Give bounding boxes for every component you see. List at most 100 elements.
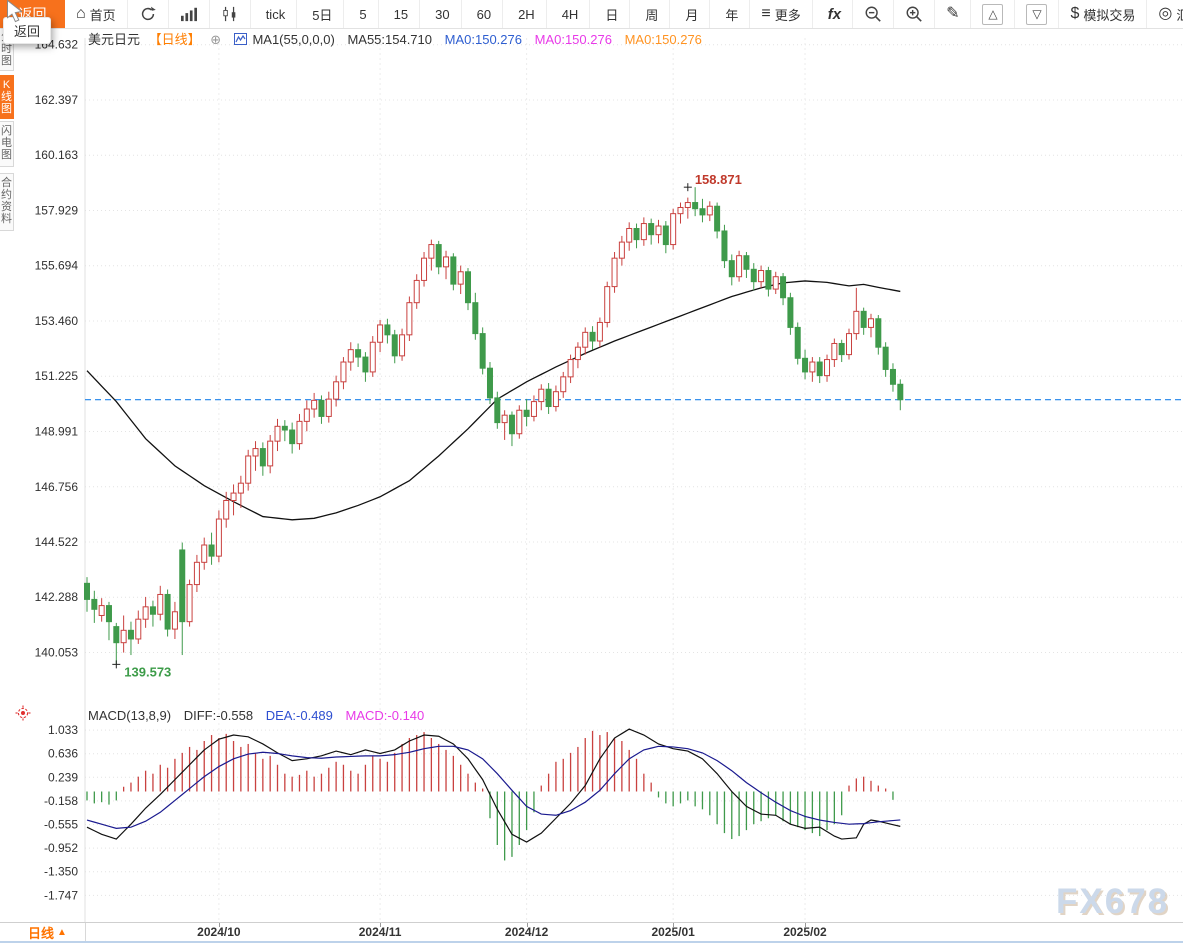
macd-header: MACD(13,8,9) DIFF:-0.558 DEA:-0.489 MACD… [88,708,433,723]
price-axis-label: 157.929 [35,203,79,217]
ma-settings-label: MA1(55,0,0,0) [252,32,334,47]
toolbar-item-zoom-out[interactable] [853,0,894,28]
toolbar-item-label: 5 [359,7,366,22]
dollar-icon: $ [1070,6,1079,22]
toolbar-item-fx[interactable]: fx [813,0,853,28]
sidebar-item-flash-chart[interactable]: 闪电图 [0,121,14,167]
toolbar-item-scroll-top[interactable]: △ [971,0,1015,28]
toolbar-item-week[interactable]: 周 [630,0,670,28]
toolbar-item-home[interactable]: ⌂首页 [65,0,128,28]
macd-axis-label: 1.033 [48,723,78,737]
price-axis-label: 142.288 [35,590,79,604]
pencil-icon: ✎ [946,6,959,22]
macd-axis-label: -1.747 [44,888,78,902]
toolbar-item-h2[interactable]: 2H [503,0,547,28]
ma-chart-icon [234,32,247,47]
toolbar-item-label: 日 [605,5,618,24]
macd-axis-label: 0.239 [48,770,78,784]
toolbar-item-label: 30 [435,7,449,22]
toolbar-item-label: 4H [562,7,579,22]
macd-diff-value: DIFF:-0.558 [184,708,253,723]
home-icon: ⌂ [76,6,86,22]
price-axis-label: 144.522 [35,535,79,549]
toolbar-item-day[interactable]: 日 [590,0,630,28]
price-axis-label: 146.756 [35,480,79,494]
period-selector-label: 日线 [28,923,54,942]
toolbar-item-scroll-bottom[interactable]: ▽ [1015,0,1059,28]
bar-chart-icon [180,6,198,22]
candlestick-icon [221,6,239,22]
toolbar-item-label: tick [266,7,286,22]
macd-dea-value: DEA:-0.489 [266,708,333,723]
expand-icon[interactable]: ⊕ [210,32,221,47]
toolbar-item-year[interactable]: 年 [710,0,750,28]
mouse-cursor-icon [6,0,28,29]
huitong-logo-icon: ◎ [1158,6,1172,22]
toolbar-item-candle-style[interactable] [210,0,251,28]
x-axis-label: 2024/10 [184,925,254,939]
macd-value: MACD:-0.140 [346,708,425,723]
app-window: 164.632162.397160.163157.929155.694153.4… [0,0,1183,943]
x-axis-label: 2025/01 [638,925,708,939]
zoom-out-icon [864,5,882,23]
price-axis-label: 162.397 [35,93,79,107]
chart-canvas[interactable]: 164.632162.397160.163157.929155.694153.4… [0,0,1183,943]
high-price-annotation: 158.871 [695,172,742,187]
macd-axis-label: -0.555 [44,817,78,831]
low-price-annotation: 139.573 [124,664,171,679]
macd-axis-label: -0.952 [44,841,78,855]
refresh-icon [139,5,157,23]
x-axis-bar: 日线 ▲ 2024/102024/112024/122025/012025/02 [0,922,1183,942]
zoom-in-icon [905,5,923,23]
toolbar-item-m5[interactable]: 5 [344,0,378,28]
sidebar-item-kline-chart[interactable]: K线图 [0,75,14,119]
price-axis-label: 151.225 [35,369,79,383]
toolbar-item-zoom-in[interactable] [894,0,935,28]
triangle-up-icon: △ [982,4,1003,25]
price-axis-label: 148.991 [35,424,79,438]
toolbar-item-sim-trade[interactable]: $模拟交易 [1059,0,1147,28]
x-axis-label: 2024/12 [492,925,562,939]
toolbar-item-huitong[interactable]: ◎汇通财经 [1147,0,1183,28]
toolbar-item-m60[interactable]: 60 [462,0,503,28]
price-axis-label: 140.053 [35,645,79,659]
macd-axis-label: -1.350 [44,865,78,879]
triangle-down-icon: ▽ [1026,4,1047,25]
toolbar-item-label: 60 [477,7,491,22]
toolbar: 返回 ⌂首页tick5日51530602H4H日周月年≡更多fx✎△▽$模拟交易… [0,0,1183,29]
toolbar-item-label: 5日 [312,5,332,24]
watermark: FX678 [1056,882,1169,922]
period-selector[interactable]: 日线 ▲ [0,923,86,942]
price-axis-label: 160.163 [35,148,79,162]
macd-axis-label: -0.158 [44,794,78,808]
symbol-title: 美元日元 [88,32,140,47]
toolbar-item-label: 2H [518,7,535,22]
toolbar-item-label: 年 [725,5,738,24]
toolbar-item-label: 周 [645,5,658,24]
toolbar-item-m15[interactable]: 15 [379,0,420,28]
ma0-value-magenta: MA0:150.276 [535,32,612,47]
indicator-settings-icon[interactable] [15,705,31,726]
toolbar-item-label: 首页 [90,5,116,24]
sidebar-item-contract-info[interactable]: 合约资料 [0,173,14,231]
ma0-value-orange: MA0:150.276 [625,32,702,47]
toolbar-item-5d[interactable]: 5日 [297,0,344,28]
toolbar-item-tick[interactable]: tick [251,0,298,28]
toolbar-item-month[interactable]: 月 [670,0,710,28]
chart-header: 美元日元 【日线】 ⊕ MA1(55,0,0,0) MA55:154.710 M… [88,29,711,48]
toolbar-item-volume-style[interactable] [169,0,210,28]
toolbar-item-draw[interactable]: ✎ [935,0,971,28]
toolbar-item-label: 15 [394,7,408,22]
menu-icon: ≡ [761,6,770,22]
toolbar-item-label: 更多 [775,5,801,24]
ma55-value: MA55:154.710 [347,32,432,47]
toolbar-item-more[interactable]: ≡ 更多 [750,0,812,28]
toolbar-item-label: 月 [685,5,698,24]
toolbar-item-label: fx [828,6,841,23]
toolbar-item-m30[interactable]: 30 [420,0,461,28]
macd-title: MACD(13,8,9) [88,708,171,723]
toolbar-item-label: 模拟交易 [1083,5,1135,24]
toolbar-item-h4[interactable]: 4H [547,0,591,28]
period-badge: 【日线】 [149,32,201,47]
toolbar-item-refresh[interactable] [128,0,169,28]
